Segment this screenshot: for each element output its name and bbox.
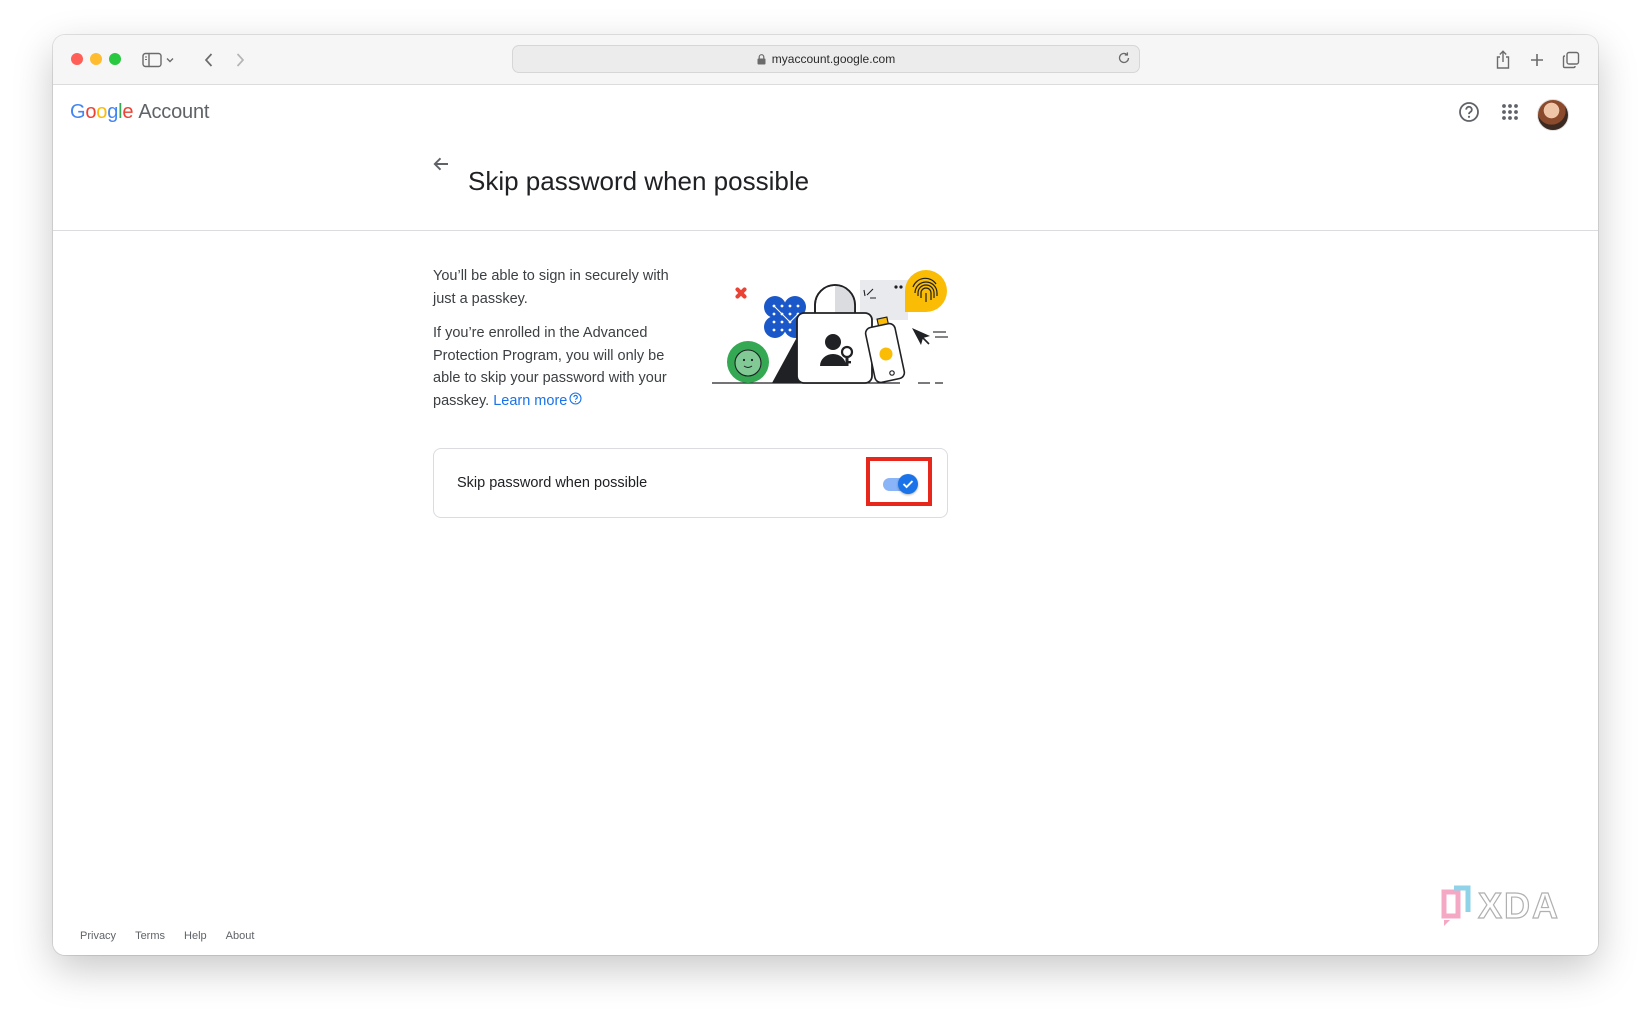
back-arrow-icon[interactable] — [432, 155, 450, 178]
checkmark-icon — [902, 479, 914, 489]
close-window-button[interactable] — [71, 53, 83, 65]
highlight-box — [866, 457, 932, 506]
maximize-window-button[interactable] — [109, 53, 121, 65]
footer-link-privacy[interactable]: Privacy — [80, 930, 116, 942]
description: You’ll be able to sign in securely with … — [433, 265, 673, 424]
profile-photo — [1537, 99, 1569, 131]
logo-letter: G — [70, 101, 86, 123]
skip-password-toggle[interactable] — [883, 474, 918, 494]
account-product-name: Account — [138, 101, 210, 123]
back-nav-icon[interactable] — [196, 47, 222, 73]
share-icon[interactable] — [1490, 47, 1516, 73]
reload-icon[interactable] — [1117, 51, 1131, 68]
footer-link-help[interactable]: Help — [184, 930, 207, 942]
passkey-illustration-icon — [712, 270, 948, 384]
description-paragraph: You’ll be able to sign in securely with … — [433, 268, 669, 307]
logo-letter: o — [85, 101, 97, 123]
google-account-logo[interactable]: Google Account — [70, 101, 209, 124]
apps-grid-icon[interactable] — [1497, 99, 1523, 125]
header-divider — [53, 230, 1598, 231]
minimize-window-button[interactable] — [90, 53, 102, 65]
footer-link-terms[interactable]: Terms — [135, 930, 165, 942]
chevron-down-icon[interactable] — [161, 47, 179, 73]
browser-window: myaccount.google.com Google Account Skip… — [53, 35, 1598, 955]
browser-toolbar: myaccount.google.com — [53, 35, 1598, 85]
google-wordmark: Google — [70, 101, 134, 123]
logo-letter: g — [107, 101, 119, 123]
footer-link-about[interactable]: About — [226, 930, 255, 942]
help-circle-icon[interactable] — [569, 390, 582, 413]
watermark-text: XDA — [1478, 885, 1560, 926]
page-content: Google Account Skip password when possibl… — [53, 85, 1598, 955]
address-bar-url: myaccount.google.com — [771, 52, 896, 66]
toggle-knob — [898, 474, 918, 494]
learn-more-link[interactable]: Learn more — [493, 393, 567, 409]
setting-label: Skip password when possible — [457, 475, 648, 491]
skip-password-setting-card: Skip password when possible — [433, 448, 948, 518]
lock-icon — [757, 53, 766, 65]
new-tab-icon[interactable] — [1524, 47, 1550, 73]
logo-letter: o — [96, 101, 108, 123]
footer-links: Privacy Terms Help About — [80, 930, 254, 942]
logo-letter: e — [122, 101, 134, 123]
help-icon[interactable] — [1456, 99, 1482, 125]
xda-watermark-icon: XDA — [1441, 884, 1560, 927]
address-bar[interactable]: myaccount.google.com — [512, 45, 1140, 73]
page-title: Skip password when possible — [468, 166, 810, 197]
avatar[interactable] — [1537, 99, 1569, 131]
tab-overview-icon[interactable] — [1558, 47, 1584, 73]
forward-nav-icon[interactable] — [227, 47, 253, 73]
description-paragraph-apa: If you’re enrolled in the Advanced Prote… — [433, 322, 673, 412]
